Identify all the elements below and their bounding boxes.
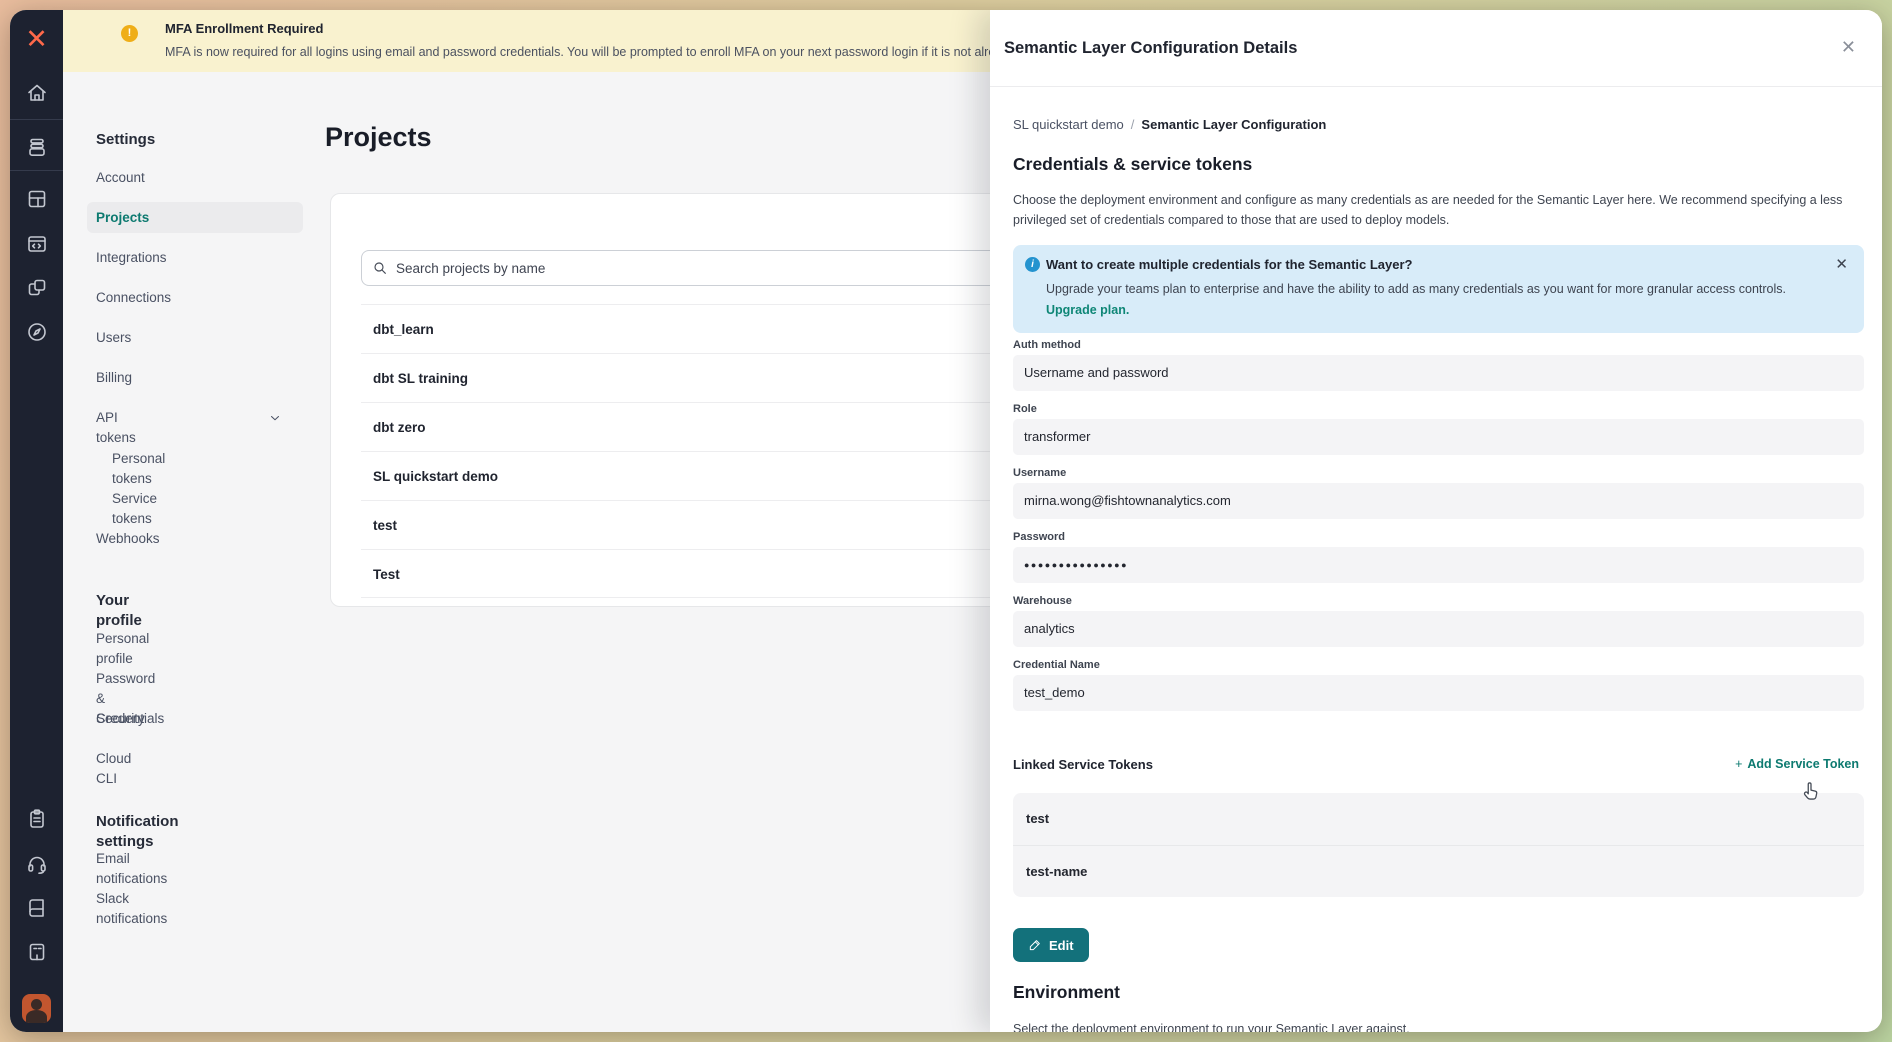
role-field: transformer — [1013, 419, 1864, 455]
dashboard-grid-icon[interactable] — [24, 186, 50, 212]
project-list: dbt_learn dbt SL training dbt zero SL qu… — [361, 304, 1001, 598]
desktop-background: ✕ — [0, 0, 1892, 1042]
credentials-section-title: Credentials & service tokens — [1013, 154, 1252, 175]
auth-method-field: Username and password — [1013, 355, 1864, 391]
sidebar-item-webhooks[interactable]: Webhooks — [96, 529, 160, 549]
sidebar-item-cloud-cli[interactable]: Cloud CLI — [96, 749, 131, 769]
chevron-down-icon[interactable] — [268, 411, 282, 425]
warning-icon: ! — [121, 25, 138, 42]
role-label: Role — [1013, 403, 1037, 415]
service-token-row: test-name — [1013, 845, 1864, 897]
environments-copy-icon[interactable] — [24, 275, 50, 301]
sidebar-item-slack-notifications[interactable]: Slack notifications — [96, 889, 167, 909]
explore-compass-icon[interactable] — [24, 319, 50, 345]
add-service-token-label: Add Service Token — [1747, 757, 1859, 771]
breadcrumb-current: Semantic Layer Configuration — [1141, 117, 1326, 132]
project-row[interactable]: Test — [361, 549, 1001, 598]
environment-section-title: Environment — [1013, 982, 1120, 1003]
linked-service-tokens-label: Linked Service Tokens — [1013, 757, 1153, 772]
breadcrumb: SL quickstart demo / Semantic Layer Config… — [1013, 117, 1326, 132]
page-title: Projects — [325, 122, 432, 153]
info-box-body: Upgrade your teams plan to enterprise an… — [1046, 282, 1826, 296]
pencil-icon — [1028, 938, 1042, 952]
semantic-layer-panel: Semantic Layer Configuration Details ✕ S… — [990, 10, 1882, 1032]
sidebar-item-users[interactable]: Users — [96, 328, 131, 348]
profile-nav-title: Your profile — [96, 591, 142, 611]
search-icon — [372, 260, 388, 276]
sidebar-item-projects[interactable]: Projects — [96, 208, 149, 228]
icon-rail: ✕ — [10, 10, 63, 1032]
info-box-title: Want to create multiple credentials for … — [1046, 257, 1413, 272]
notes-clipboard-icon[interactable] — [24, 806, 50, 832]
mouse-cursor-pointer — [1800, 780, 1822, 804]
user-avatar[interactable] — [22, 994, 51, 1023]
sidebar-item-api-tokens[interactable]: API tokens — [96, 408, 136, 428]
close-icon[interactable]: ✕ — [1841, 38, 1856, 56]
password-label: Password — [1013, 531, 1065, 543]
sidebar-item-password-security[interactable]: Password & Security — [96, 669, 155, 689]
dbt-logo-glyph: ✕ — [25, 26, 48, 53]
upgrade-plan-link[interactable]: Upgrade plan. — [1046, 303, 1129, 317]
credential-name-label: Credential Name — [1013, 659, 1100, 671]
docs-book-icon[interactable] — [24, 895, 50, 921]
sidebar-item-credentials[interactable]: Credentials — [96, 709, 164, 729]
projects-card: dbt_learn dbt SL training dbt zero SL qu… — [330, 193, 1010, 607]
search-input[interactable] — [396, 261, 990, 276]
credential-name-field: test_demo — [1013, 675, 1864, 711]
rail-divider — [10, 170, 63, 171]
add-service-token-button[interactable]: + Add Service Token — [1735, 757, 1859, 771]
sidebar-item-email-notifications[interactable]: Email notifications — [96, 849, 167, 869]
project-row[interactable]: dbt zero — [361, 402, 1001, 451]
jobs-stack-icon[interactable] — [24, 134, 50, 160]
panel-title: Semantic Layer Configuration Details — [1004, 39, 1297, 58]
info-close-icon[interactable]: ✕ — [1835, 255, 1848, 273]
info-icon: i — [1025, 257, 1040, 272]
settings-nav-title: Settings — [96, 130, 155, 150]
mfa-banner-title: MFA Enrollment Required — [165, 21, 323, 36]
app-window: ✕ — [10, 10, 1882, 1032]
sidebar-item-integrations[interactable]: Integrations — [96, 248, 167, 268]
changelog-terminal-icon[interactable] — [24, 939, 50, 965]
credentials-description: Choose the deployment environment and co… — [1013, 190, 1865, 230]
develop-code-icon[interactable] — [24, 231, 50, 257]
project-row[interactable]: dbt_learn — [361, 304, 1001, 353]
panel-divider — [990, 86, 1882, 87]
home-icon[interactable] — [24, 80, 50, 106]
warehouse-field: analytics — [1013, 611, 1864, 647]
project-row[interactable]: dbt SL training — [361, 353, 1001, 402]
edit-button[interactable]: Edit — [1013, 928, 1089, 962]
environment-description: Select the deployment environment to run… — [1013, 1022, 1853, 1032]
notification-nav-title: Notification settings — [96, 812, 179, 832]
edit-button-label: Edit — [1049, 938, 1074, 953]
service-tokens-list: test test-name — [1013, 793, 1864, 897]
username-label: Username — [1013, 467, 1066, 479]
auth-method-label: Auth method — [1013, 339, 1081, 351]
sidebar-item-account[interactable]: Account — [96, 168, 145, 188]
upgrade-info-box: i Want to create multiple credentials fo… — [1013, 245, 1864, 333]
plus-icon: + — [1735, 757, 1742, 771]
sidebar-item-personal-profile[interactable]: Personal profile — [96, 629, 149, 649]
service-token-row: test — [1013, 793, 1864, 845]
rail-divider — [10, 119, 63, 120]
sidebar-item-service-tokens[interactable]: Service tokens — [112, 489, 157, 509]
warehouse-label: Warehouse — [1013, 595, 1072, 607]
project-row[interactable]: SL quickstart demo — [361, 451, 1001, 500]
project-row[interactable]: test — [361, 500, 1001, 549]
sidebar-item-personal-tokens[interactable]: Personal tokens — [112, 449, 165, 469]
sidebar-item-connections[interactable]: Connections — [96, 288, 171, 308]
support-headset-icon[interactable] — [24, 851, 50, 877]
project-search — [361, 250, 1001, 286]
breadcrumb-parent[interactable]: SL quickstart demo — [1013, 117, 1124, 132]
username-field: mirna.wong@fishtownanalytics.com — [1013, 483, 1864, 519]
password-field: ●●●●●●●●●●●●●●● — [1013, 547, 1864, 583]
dbt-logo[interactable]: ✕ — [10, 10, 63, 68]
breadcrumb-separator: / — [1131, 117, 1135, 132]
sidebar-item-billing[interactable]: Billing — [96, 368, 132, 388]
